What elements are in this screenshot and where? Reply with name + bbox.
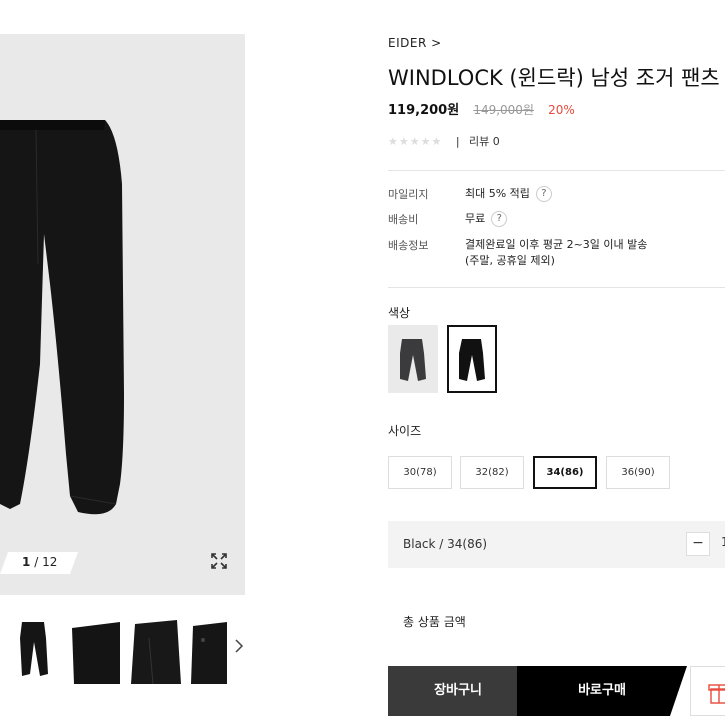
- quantity-value[interactable]: 1: [721, 535, 725, 549]
- total-image-number: 12: [42, 555, 58, 569]
- size-option-30[interactable]: 30(78): [388, 456, 452, 489]
- help-icon[interactable]: ?: [491, 211, 508, 227]
- thumbnail-2[interactable]: [70, 618, 122, 684]
- sale-price: 119,200원: [388, 103, 460, 118]
- info-label: 배송비: [388, 213, 419, 226]
- color-swatch-charcoal[interactable]: [388, 325, 438, 393]
- rating-stars: ★★★★★: [388, 135, 443, 148]
- gift-icon: [708, 684, 725, 704]
- review-count: 0: [492, 135, 500, 148]
- divider: [388, 170, 725, 171]
- buy-now-button[interactable]: 바로구매: [517, 666, 687, 716]
- image-counter: 1 / 12: [0, 552, 78, 574]
- selected-option-label: Black / 34(86): [403, 537, 488, 551]
- selected-option-row: Black / 34(86) − 1: [388, 521, 725, 568]
- info-value-wrap: 무료?: [465, 211, 508, 227]
- divider: [388, 287, 725, 288]
- thumbnail-1[interactable]: [14, 618, 54, 684]
- chevron-right-icon[interactable]: [234, 638, 246, 656]
- counter-separator: /: [34, 555, 39, 569]
- gift-button[interactable]: [690, 666, 725, 716]
- info-row-shipping-fee: 배송비 무료?: [388, 211, 725, 229]
- info-value: 최대 5% 적립: [465, 187, 530, 200]
- brand-name: EIDER: [388, 36, 427, 50]
- help-icon[interactable]: ?: [535, 186, 552, 202]
- thumbnail-4[interactable]: [191, 618, 227, 684]
- thumbnail-3[interactable]: [131, 618, 183, 684]
- info-value: 결제완료일 이후 평균 2~3일 이내 발송: [465, 238, 648, 251]
- price-row: 119,200원 149,000원 20%: [388, 99, 575, 118]
- review-link[interactable]: 리뷰 0: [469, 135, 500, 148]
- info-row-mileage: 마일리지 최대 5% 적립?: [388, 186, 725, 204]
- brand-arrow-icon: >: [431, 36, 442, 50]
- size-option-36[interactable]: 36(90): [606, 456, 670, 489]
- color-swatch-black[interactable]: [447, 325, 497, 393]
- info-label: 배송정보: [388, 239, 429, 252]
- expand-icon[interactable]: [210, 552, 228, 570]
- info-row-shipping-info: 배송정보 결제완료일 이후 평균 2~3일 이내 발송 (주말, 공휴일 제외): [388, 237, 725, 271]
- pants-image: [0, 120, 124, 515]
- main-product-image: [0, 34, 245, 595]
- rating-row: ★★★★★ | 리뷰 0: [388, 133, 500, 149]
- size-label: 사이즈: [388, 424, 422, 438]
- thumbnail-strip: [0, 618, 250, 684]
- quantity-decrease-button[interactable]: −: [686, 532, 710, 556]
- discount-rate: 20%: [548, 103, 575, 117]
- product-title: WINDLOCK (윈드락) 남성 조거 팬츠: [388, 66, 720, 90]
- brand-link[interactable]: EIDER >: [388, 36, 442, 50]
- rating-separator: |: [455, 135, 460, 148]
- info-value-note: (주말, 공휴일 제외): [465, 254, 555, 267]
- total-price-label: 총 상품 금액: [403, 615, 466, 629]
- original-price: 149,000원: [473, 103, 534, 117]
- info-label: 마일리지: [388, 188, 429, 201]
- info-value-wrap: 결제완료일 이후 평균 2~3일 이내 발송 (주말, 공휴일 제외): [465, 237, 647, 269]
- current-image-number: 1: [22, 555, 31, 569]
- info-value-wrap: 최대 5% 적립?: [465, 186, 552, 202]
- info-value: 무료: [465, 212, 486, 225]
- size-option-32[interactable]: 32(82): [460, 456, 524, 489]
- size-option-34[interactable]: 34(86): [533, 456, 597, 489]
- color-label: 색상: [388, 306, 411, 320]
- add-to-cart-button[interactable]: 장바구니: [388, 666, 528, 716]
- review-label: 리뷰: [469, 135, 490, 148]
